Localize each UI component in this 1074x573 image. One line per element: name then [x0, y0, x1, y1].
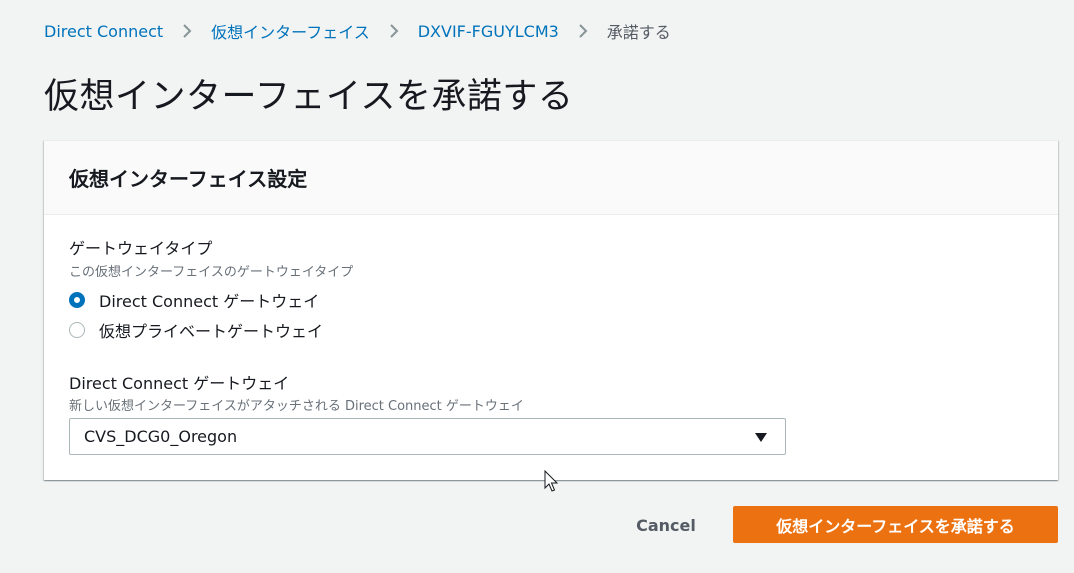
radio-option-label: 仮想プライベートゲートウェイ [99, 322, 324, 341]
radio-option-direct-connect-gateway[interactable]: Direct Connect ゲートウェイ [69, 288, 319, 312]
breadcrumb-vif-id[interactable]: DXVIF-FGUYLCM3 [418, 22, 559, 41]
chevron-right-icon [390, 24, 399, 38]
dc-gateway-selected-value: CVS_DCG0_Oregon [84, 427, 238, 446]
radio-option-label: Direct Connect ゲートウェイ [99, 292, 320, 311]
dc-gateway-select[interactable]: CVS_DCG0_Oregon [69, 418, 786, 455]
chevron-right-icon [579, 24, 588, 38]
breadcrumb-virtual-interfaces[interactable]: 仮想インターフェイス [211, 19, 370, 43]
radio-selected-icon[interactable] [69, 292, 85, 308]
dc-gateway-label: Direct Connect ゲートウェイ [69, 374, 290, 393]
breadcrumb-direct-connect[interactable]: Direct Connect [44, 22, 163, 41]
panel-header: 仮想インターフェイス設定 [44, 141, 1058, 215]
gateway-type-label: ゲートウェイタイプ [69, 239, 213, 258]
breadcrumb: Direct Connect 仮想インターフェイス DXVIF-FGUYLCM3… [44, 19, 671, 43]
caret-down-icon [755, 433, 767, 442]
breadcrumb-current: 承諾する [606, 23, 671, 42]
panel-title: 仮想インターフェイス設定 [69, 167, 308, 191]
cancel-button[interactable]: Cancel [624, 507, 708, 543]
mouse-pointer-icon [544, 470, 559, 492]
dc-gateway-description: 新しい仮想インターフェイスがアタッチされる Direct Connect ゲート… [69, 399, 524, 414]
accept-virtual-interface-button[interactable]: 仮想インターフェイスを承諾する [733, 506, 1058, 543]
radio-unselected-icon[interactable] [69, 322, 85, 338]
gateway-type-description: この仮想インターフェイスのゲートウェイタイプ [69, 265, 354, 280]
chevron-right-icon [183, 24, 192, 38]
settings-panel: 仮想インターフェイス設定 ゲートウェイタイプ この仮想インターフェイスのゲートウ… [44, 140, 1058, 480]
radio-option-virtual-private-gateway[interactable]: 仮想プライベートゲートウェイ [69, 318, 323, 342]
page-title: 仮想インターフェイスを承諾する [44, 77, 574, 117]
